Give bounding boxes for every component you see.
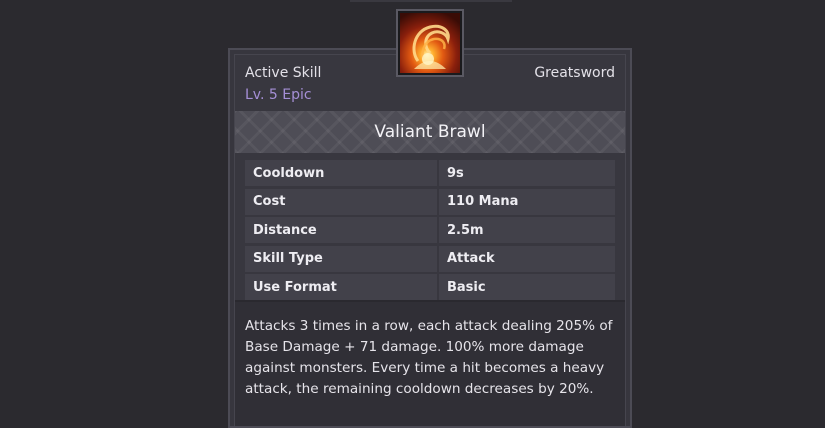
stat-value: 110 Mana <box>439 188 615 215</box>
stat-label: Distance <box>245 217 437 243</box>
tooltip-inner-frame: Active Skill Lv. 5 Epic Greatsword Valia… <box>234 54 626 426</box>
flame-swirl-icon <box>396 9 464 77</box>
description-area: Attacks 3 times in a row, each attack de… <box>235 302 625 426</box>
skill-name: Valiant Brawl <box>374 122 486 142</box>
stat-row-cooldown: Cooldown 9s <box>245 160 615 186</box>
stat-label: Use Format <box>245 274 437 300</box>
stat-row-distance: Distance 2.5m <box>245 217 615 243</box>
stat-value: Attack <box>439 245 615 272</box>
skill-title-band: Valiant Brawl <box>235 111 625 153</box>
stat-label: Cooldown <box>245 160 437 186</box>
stat-row-use-format: Use Format Basic <box>245 274 615 300</box>
stat-label: Skill Type <box>245 245 437 272</box>
weapon-type-label: Greatsword <box>534 65 615 81</box>
skill-stats-table: Cooldown 9s Cost 110 Mana Distance 2.5m … <box>245 160 615 303</box>
stat-row-cost: Cost 110 Mana <box>245 188 615 215</box>
stat-value: 2.5m <box>439 217 615 243</box>
stat-value: Basic <box>439 274 615 300</box>
skill-level-label: Lv. 5 Epic <box>245 87 312 103</box>
tooltip-header-left: Active Skill Lv. 5 Epic <box>245 63 321 105</box>
stat-value: 9s <box>439 160 615 186</box>
skill-description: Attacks 3 times in a row, each attack de… <box>245 318 613 397</box>
stat-label: Cost <box>245 188 437 215</box>
skill-kind-label: Active Skill <box>245 65 322 81</box>
skill-tooltip-panel: Active Skill Lv. 5 Epic Greatsword Valia… <box>228 48 632 428</box>
stat-row-skill-type: Skill Type Attack <box>245 245 615 272</box>
top-border-line <box>350 0 512 2</box>
